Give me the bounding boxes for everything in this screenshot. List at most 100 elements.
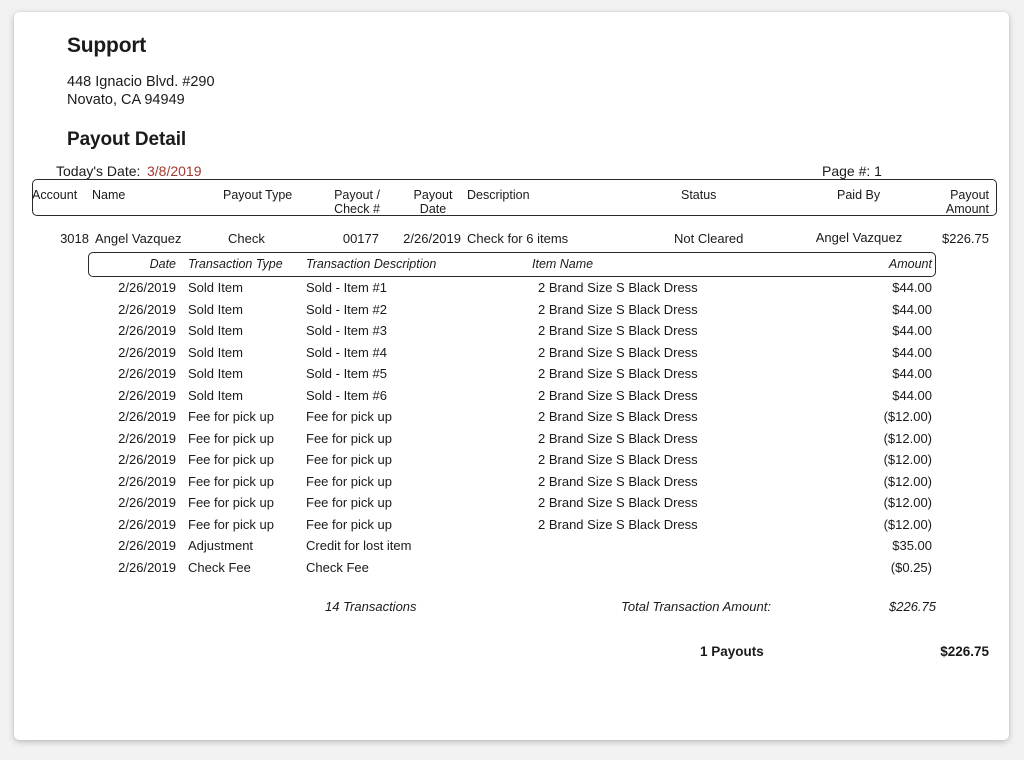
txn-cell-item-name: 2 Brand Size S Black Dress <box>538 388 698 403</box>
txn-cell-type: Fee for pick up <box>188 517 274 532</box>
txn-cell-type: Fee for pick up <box>188 495 274 510</box>
txn-column-header-date: Date <box>114 257 176 271</box>
txn-cell-amount: ($12.00) <box>844 517 932 532</box>
txn-cell-amount: ($12.00) <box>844 452 932 467</box>
txn-cell-item-name: 2 Brand Size S Black Dress <box>538 302 698 317</box>
column-header-payout-date: Payout Date <box>405 189 461 216</box>
txn-cell-type: Sold Item <box>188 302 243 317</box>
txn-cell-type: Sold Item <box>188 388 243 403</box>
table-row: 2/26/2019Fee for pick upFee for pick up2… <box>14 495 1009 517</box>
column-header-payout-type: Payout Type <box>223 189 292 203</box>
txn-cell-type: Sold Item <box>188 366 243 381</box>
page-number: Page #: 1 <box>822 163 882 179</box>
txn-cell-item-name: 2 Brand Size S Black Dress <box>538 366 698 381</box>
payout-type: Check <box>228 231 265 246</box>
txn-cell-type: Sold Item <box>188 323 243 338</box>
todays-date-value: 3/8/2019 <box>147 163 202 179</box>
txn-cell-date: 2/26/2019 <box>104 474 176 489</box>
txn-cell-date: 2/26/2019 <box>104 366 176 381</box>
table-row: 2/26/2019 Adjustment Credit for lost item $… <box>14 538 1009 560</box>
column-header-payout-check: Payout / Check # <box>325 189 389 216</box>
grand-total-payouts-count: 1 Payouts <box>700 644 764 659</box>
txn-cell-description: Fee for pick up <box>306 409 392 424</box>
report-page: Support 448 Ignacio Blvd. #290 Novato, C… <box>14 12 1009 740</box>
txn-cell-date: 2/26/2019 <box>104 323 176 338</box>
txn-cell-amount: $44.00 <box>844 280 932 295</box>
txn-column-header-amount: Amount <box>844 257 932 271</box>
report-title: Payout Detail <box>67 129 186 151</box>
txn-cell-description: Sold - Item #5 <box>306 366 387 381</box>
txn-cell-amount: ($12.00) <box>844 431 932 446</box>
txn-cell-amount: $35.00 <box>844 538 932 553</box>
txn-cell-item-name: 2 Brand Size S Black Dress <box>538 452 698 467</box>
txn-cell-description: Sold - Item #1 <box>306 280 387 295</box>
payout-check-number: 00177 <box>314 231 379 246</box>
txn-cell-description: Sold - Item #3 <box>306 323 387 338</box>
transaction-count: 14 Transactions <box>325 599 417 614</box>
table-row: 2/26/2019Fee for pick upFee for pick up2… <box>14 517 1009 539</box>
table-row: 2/26/2019 Sold Item Sold - Item #3 2 Brand … <box>14 323 1009 345</box>
txn-cell-item-name: 2 Brand Size S Black Dress <box>538 409 698 424</box>
txn-cell-amount: $44.00 <box>844 388 932 403</box>
txn-cell-description: Sold - Item #4 <box>306 345 387 360</box>
txn-cell-description: Sold - Item #6 <box>306 388 387 403</box>
table-row: 2/26/2019 Fee for pick up Fee for pick up 2… <box>14 409 1009 431</box>
txn-cell-type: Fee for pick up <box>188 474 274 489</box>
txn-cell-description: Fee for pick up <box>306 517 392 532</box>
txn-cell-date: 2/26/2019 <box>104 345 176 360</box>
txn-cell-date: 2/26/2019 <box>104 431 176 446</box>
company-address-line1: 448 Ignacio Blvd. #290 <box>67 74 215 90</box>
txn-column-header-description: Transaction Description <box>306 257 436 271</box>
payout-description: Check for 6 items <box>467 231 568 246</box>
txn-cell-date: 2/26/2019 <box>104 409 176 424</box>
txn-cell-item-name: 2 Brand Size S Black Dress <box>538 345 698 360</box>
txn-cell-description: Credit for lost item <box>306 538 411 553</box>
txn-cell-type: Fee for pick up <box>188 409 274 424</box>
column-header-paid-by: Paid By <box>837 189 880 203</box>
table-row: 2/26/2019 Sold Item Sold - Item #4 2 Brand … <box>14 345 1009 367</box>
txn-cell-description: Check Fee <box>306 560 369 575</box>
txn-cell-description: Fee for pick up <box>306 495 392 510</box>
todays-date-label: Today's Date: <box>56 163 140 179</box>
table-row: 2/26/2019 Sold Item Sold - Item #6 2 Brand … <box>14 388 1009 410</box>
table-row: 2/26/2019Fee for pick upFee for pick up2… <box>14 431 1009 453</box>
txn-cell-item-name: 2 Brand Size S Black Dress <box>538 517 698 532</box>
table-row: 2/26/2019Check FeeCheck Fee($0.25) <box>14 560 1009 582</box>
txn-cell-date: 2/26/2019 <box>104 388 176 403</box>
txn-cell-description: Fee for pick up <box>306 431 392 446</box>
txn-cell-item-name: 2 Brand Size S Black Dress <box>538 323 698 338</box>
txn-cell-amount: $44.00 <box>844 302 932 317</box>
payout-account: 3018 <box>44 231 89 246</box>
total-transaction-amount-label: Total Transaction Amount: <box>614 599 771 614</box>
txn-cell-date: 2/26/2019 <box>104 452 176 467</box>
table-row: 2/26/2019 Sold Item Sold - Item #5 2 Brand … <box>14 366 1009 388</box>
column-header-status: Status <box>681 189 716 203</box>
transaction-rows: 2/26/2019 Sold Item Sold - Item #1 2 Brand … <box>14 280 1009 581</box>
company-name: Support <box>67 34 146 58</box>
txn-cell-item-name: 2 Brand Size S Black Dress <box>538 431 698 446</box>
txn-cell-type: Sold Item <box>188 280 243 295</box>
column-header-name: Name <box>92 189 125 203</box>
table-row: 2/26/2019 Fee for pick up Fee for pick up 2… <box>14 452 1009 474</box>
company-address-line2: Novato, CA 94949 <box>67 92 185 108</box>
column-header-payout-amount: Payout Amount <box>904 189 989 216</box>
table-row: 2/26/2019 Sold Item Sold - Item #1 2 Brand … <box>14 280 1009 302</box>
txn-cell-date: 2/26/2019 <box>104 538 176 553</box>
txn-cell-type: Sold Item <box>188 345 243 360</box>
txn-column-header-item-name: Item Name <box>532 257 593 271</box>
txn-cell-type: Adjustment <box>188 538 253 553</box>
txn-cell-description: Fee for pick up <box>306 452 392 467</box>
txn-cell-item-name: 2 Brand Size S Black Dress <box>538 280 698 295</box>
txn-cell-type: Fee for pick up <box>188 452 274 467</box>
total-transaction-amount-value: $226.75 <box>848 599 936 614</box>
txn-cell-description: Fee for pick up <box>306 474 392 489</box>
column-header-account: Account <box>32 189 77 203</box>
txn-cell-amount: ($12.00) <box>844 409 932 424</box>
txn-cell-date: 2/26/2019 <box>104 495 176 510</box>
txn-cell-date: 2/26/2019 <box>104 280 176 295</box>
txn-cell-item-name: 2 Brand Size S Black Dress <box>538 474 698 489</box>
txn-cell-type: Check Fee <box>188 560 251 575</box>
txn-cell-amount: $44.00 <box>844 345 932 360</box>
column-header-description: Description <box>467 189 530 203</box>
payout-amount: $226.75 <box>904 231 989 246</box>
